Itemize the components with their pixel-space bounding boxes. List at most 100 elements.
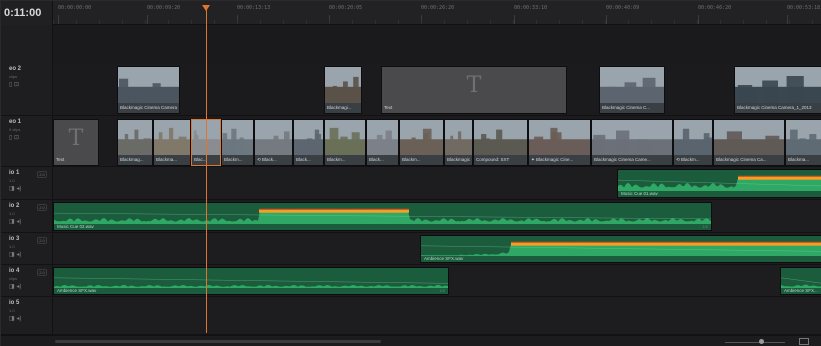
clip-label: Blackm...	[402, 157, 421, 162]
video-clip[interactable]: Blackma...	[785, 119, 821, 166]
track-lock-icon[interactable]: ▯ ⊡	[9, 134, 19, 141]
clip-thumbnail	[255, 120, 292, 155]
video-clip[interactable]: Blackmagic Cinema C...	[599, 66, 665, 114]
clip-label: Blackmagic Cinema Camera_1_2013	[737, 105, 812, 110]
track-header[interactable]: io 2 1.0 ◨ ◂) 2.0	[1, 200, 53, 233]
audio-clip[interactable]: Ambience SFX...	[780, 267, 821, 295]
video-clip[interactable]: ✦ Blackmagic Cine...	[528, 119, 591, 166]
video-clip[interactable]: Blackmagic Cinema Came...	[591, 119, 673, 166]
video-clip[interactable]: Blackmagic Cinema Camera_1_3...	[117, 66, 180, 114]
channel-format-button[interactable]: 2.0	[37, 204, 47, 211]
track-header[interactable]: eo 1 9 clips ▯ ⊡	[1, 116, 53, 167]
video-clip[interactable]: Blackm...	[324, 119, 366, 166]
ruler-minor-tick	[191, 20, 192, 24]
channel-format-button[interactable]: 2.0	[37, 269, 47, 276]
ruler-tick-label: 00:00:40:09	[606, 5, 640, 11]
speaker-icon[interactable]: ◨ ◂)	[9, 251, 21, 258]
track-subtitle: 9 clips	[9, 127, 21, 132]
video-clip[interactable]: Compound: SXT	[473, 119, 528, 166]
speaker-icon[interactable]: ◨ ◂)	[9, 218, 21, 225]
speaker-icon[interactable]: ◨ ◂)	[9, 185, 21, 192]
clip-label: ⟲ Blackm...	[676, 157, 700, 162]
tracks-area[interactable]: Blackmagic Cinema Camera_1_3... Blackmagi…	[53, 25, 821, 335]
clip-label: Blackmag...	[120, 157, 144, 162]
ruler-minor-tick	[651, 20, 652, 24]
track-lock-icon[interactable]: ▯ ⊡	[9, 81, 19, 88]
video-clip[interactable]: Blackm...	[221, 119, 254, 166]
clip-thumbnail	[367, 120, 398, 155]
audio-lane[interactable]	[53, 297, 821, 335]
title-clip[interactable]: T Text	[53, 119, 99, 166]
video-clip[interactable]: ⟲ Blackm...	[673, 119, 713, 166]
ruler-minor-tick	[306, 20, 307, 24]
track-header[interactable]: io 5 1.0 ◨ ◂)	[1, 297, 53, 335]
clip-label: Blackmagi...	[327, 105, 352, 110]
audio-clip-label: Ambience SFX.wav	[424, 256, 464, 261]
track-subtitle: 1.0	[9, 308, 15, 313]
track-header[interactable]: eo 2 clips ▯ ⊡	[1, 63, 53, 116]
ruler-tick	[58, 15, 59, 24]
zoom-slider-knob[interactable]	[759, 339, 764, 344]
audio-clip[interactable]: Music Cue 01.wav	[617, 169, 821, 198]
clip-label: Blackmagic Cinema Ca...	[716, 157, 767, 162]
video-clip[interactable]: Blackm...	[399, 119, 444, 166]
clip-label: Text	[56, 157, 65, 162]
ruler-tick-label: 00:00:20:05	[329, 5, 363, 11]
video-clip[interactable]: Blackma...	[153, 119, 191, 166]
ruler-minor-tick	[766, 20, 767, 24]
audio-clip[interactable]: Music Cue 02.wav 1/2	[53, 202, 712, 231]
track-subtitle: clips	[9, 74, 18, 79]
clip-thumbnail	[714, 120, 784, 155]
clip-label: ✦ Blackmagic Cine...	[531, 157, 574, 162]
clip-label: Compound: SXT	[476, 157, 510, 162]
zoom-slider-track[interactable]	[725, 342, 785, 343]
speaker-icon[interactable]: ◨ ◂)	[9, 315, 21, 322]
track-name: io 3	[9, 236, 20, 242]
ruler-minor-tick	[812, 20, 813, 24]
timeline-ruler[interactable]: 00:00:00:00 00:00:09:20 00:00:13:13 00:00:2…	[53, 1, 821, 25]
clip-label: Blackma...	[788, 157, 810, 162]
video-clip[interactable]: Blackmagi...	[324, 66, 362, 114]
channel-format-button[interactable]: 2.0	[37, 237, 47, 244]
clip-label: Blackmagic Cinema C...	[602, 105, 651, 110]
ruler-minor-tick	[76, 20, 77, 24]
video-clip[interactable]: Blackmagic Cinema Camera_1_2013	[734, 66, 821, 114]
video-clip[interactable]: Blackmagic Cinema Ca...	[713, 119, 785, 166]
ruler-tick-label: 00:00:33:10	[514, 5, 548, 11]
title-clip[interactable]: T Text	[381, 66, 567, 114]
timeline-footer	[1, 335, 821, 346]
clip-thumbnail	[222, 120, 253, 155]
ruler-tick-label: 00:00:09:20	[147, 5, 181, 11]
video-clip[interactable]: Blackmagic...	[444, 119, 473, 166]
track-name: io 2	[9, 203, 20, 209]
track-name: eo 1	[9, 119, 22, 125]
audio-clip-label: Music Cue 01.wav	[621, 191, 658, 196]
video-clip[interactable]: Blackmag...	[117, 119, 153, 166]
track-name: eo 2	[9, 66, 22, 72]
channel-format-button[interactable]: 2.0	[37, 171, 47, 178]
audio-clip-label: Ambience SFX.wav	[57, 288, 97, 293]
clip-label: Black...	[369, 157, 384, 162]
audio-clip[interactable]: Ambience SFX.wav 1/2	[53, 267, 449, 295]
video-clip[interactable]: ⟲ Black...	[254, 119, 293, 166]
clip-label: Black...	[296, 157, 311, 162]
ruler-minor-tick	[99, 20, 100, 24]
video-clip[interactable]: Black...	[293, 119, 324, 166]
clip-thumbnail	[674, 120, 712, 155]
clip-label: ⟲ Black...	[257, 157, 277, 162]
speaker-icon[interactable]: ◨ ◂)	[9, 283, 21, 290]
ruler-tick	[606, 15, 607, 24]
timecode-display[interactable]: 0:11:00	[1, 1, 53, 25]
audio-clip[interactable]: Ambience SFX.wav	[420, 235, 821, 263]
video-clip[interactable]: Black...	[366, 119, 399, 166]
track-size-icon[interactable]	[799, 338, 809, 345]
track-header[interactable]: io 4 clips ◨ ◂) 2.0	[1, 265, 53, 297]
horizontal-scrollbar[interactable]	[55, 340, 381, 343]
playhead-line[interactable]	[206, 7, 207, 333]
ruler-minor-tick	[145, 20, 146, 24]
track-header[interactable]: io 1 1.0 ◨ ◂) 2.0	[1, 167, 53, 200]
track-name: io 4	[9, 268, 20, 274]
track-header[interactable]: io 3 1.0 ◨ ◂) 2.0	[1, 233, 53, 265]
audio-clip-label: Music Cue 02.wav	[57, 224, 94, 229]
clip-thumbnail	[154, 120, 190, 155]
